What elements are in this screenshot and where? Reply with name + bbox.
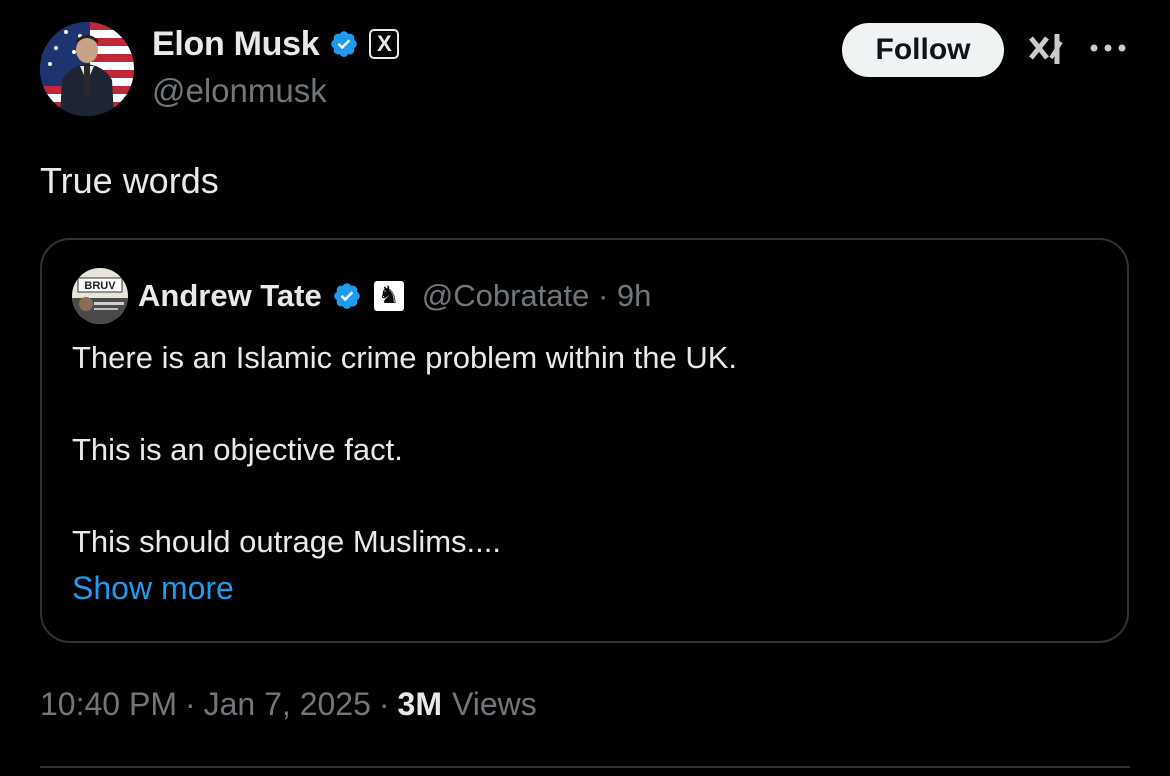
quoted-handle: @Cobratate · 9h bbox=[422, 278, 652, 314]
author-avatar[interactable] bbox=[40, 22, 134, 116]
tweet-detail: Elon Musk X @elonmusk Follow True words … bbox=[0, 0, 1170, 776]
avatar-image bbox=[40, 22, 134, 116]
quoted-text-line-3: This should outrage Muslims.... bbox=[72, 524, 502, 559]
follow-button[interactable]: Follow bbox=[842, 23, 1004, 77]
author-handle[interactable]: @elonmusk bbox=[152, 72, 327, 110]
tweet-date[interactable]: Jan 7, 2025 bbox=[204, 686, 371, 723]
divider bbox=[40, 766, 1130, 768]
quoted-tweet-card[interactable]: BRUV Andrew Tate ♞ @Cobratate · 9h There… bbox=[40, 238, 1129, 643]
quoted-author-avatar[interactable]: BRUV bbox=[72, 268, 128, 324]
quoted-text-line-1: There is an Islamic crime problem within… bbox=[72, 340, 738, 375]
quoted-text-line-2: This is an objective fact. bbox=[72, 432, 403, 467]
show-more-link[interactable]: Show more bbox=[72, 570, 234, 607]
author-name-row: Elon Musk X bbox=[152, 24, 400, 64]
more-icon[interactable] bbox=[1088, 38, 1128, 58]
svg-text:BRUV: BRUV bbox=[84, 280, 116, 292]
x-affiliation-badge-icon[interactable]: X bbox=[369, 29, 400, 59]
meta-separator-2-text: · bbox=[378, 686, 390, 722]
meta-separator-1-text: · bbox=[184, 686, 196, 722]
meta-separator-2: · bbox=[379, 686, 390, 723]
views-label: Views bbox=[451, 686, 537, 722]
quoted-avatar-image: BRUV bbox=[72, 268, 128, 324]
tweet-meta: 10:40 PM · Jan 7, 2025 · 3M Views bbox=[40, 686, 537, 723]
quoted-time-ago[interactable]: 9h bbox=[617, 278, 651, 313]
quoted-separator: · bbox=[597, 278, 609, 313]
views-count[interactable]: 3M bbox=[398, 686, 442, 723]
grok-icon[interactable] bbox=[1027, 28, 1067, 72]
tweet-text: True words bbox=[40, 160, 219, 201]
meta-separator-1: · bbox=[185, 686, 196, 723]
quoted-handle-text[interactable]: @Cobratate bbox=[422, 278, 590, 313]
quoted-verified-badge-icon[interactable] bbox=[332, 281, 362, 311]
quoted-display-name[interactable]: Andrew Tate bbox=[138, 278, 322, 314]
tweet-time[interactable]: 10:40 PM bbox=[40, 686, 177, 723]
chess-knight-affiliation-icon[interactable]: ♞ bbox=[373, 281, 404, 311]
quoted-name-row: Andrew Tate ♞ @Cobratate · 9h bbox=[138, 274, 651, 318]
author-display-name[interactable]: Elon Musk bbox=[152, 25, 320, 64]
verified-badge-icon[interactable] bbox=[329, 29, 359, 59]
